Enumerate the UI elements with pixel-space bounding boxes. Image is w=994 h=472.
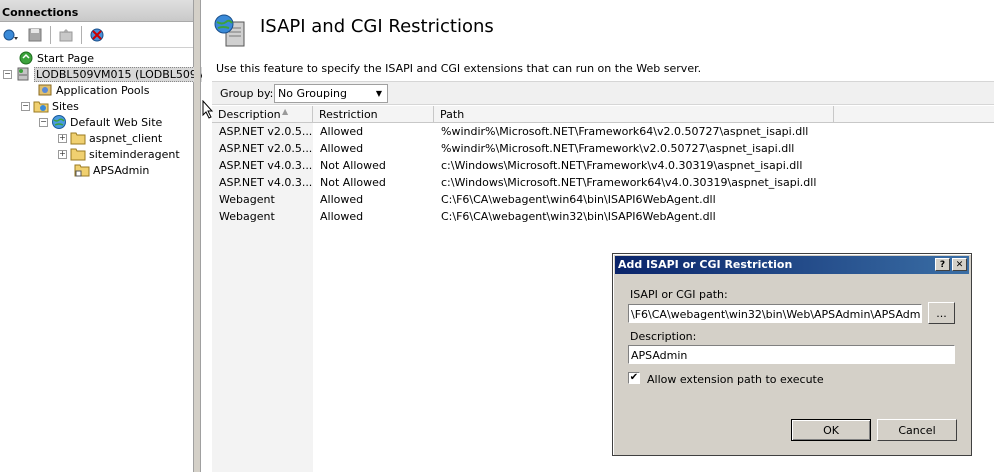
tree-node-apsadmin[interactable]: APSAdmin (74, 162, 149, 178)
table-row[interactable]: ASP.NET v4.0.3... Not Allowed c:\Windows\M… (212, 174, 994, 191)
browse-button[interactable]: ... (928, 302, 955, 324)
tree-node-label: Sites (52, 99, 79, 113)
cell-description: ASP.NET v4.0.3... (219, 159, 313, 172)
allow-execute-label: Allow extension path to execute (647, 373, 824, 386)
expand-icon[interactable]: + (58, 149, 67, 159)
cancel-button[interactable]: Cancel (877, 419, 957, 441)
tree-node-aspnet-client[interactable]: + aspnet_client (58, 130, 162, 146)
tree-node-label: Default Web Site (70, 115, 163, 129)
description-label: Description: (630, 330, 697, 343)
cell-restriction: Allowed (320, 142, 364, 155)
expand-icon[interactable]: + (58, 133, 67, 143)
collapse-icon[interactable]: − (39, 117, 48, 127)
connections-toolbar (0, 22, 193, 48)
toolbar-separator (81, 25, 82, 44)
cell-description: ASP.NET v2.0.5... (219, 125, 313, 138)
isapi-feature-icon (212, 12, 248, 51)
tree-node-label: aspnet_client (89, 131, 163, 145)
cell-restriction: Not Allowed (320, 176, 386, 189)
save-icon[interactable] (26, 26, 44, 44)
column-header-restriction[interactable]: Restriction (313, 106, 434, 123)
tree-node-application-pools[interactable]: Application Pools (37, 82, 149, 98)
cell-path: C:\F6\CA\webagent\win64\bin\ISAPI6WebAge… (441, 193, 716, 206)
collapse-icon[interactable]: − (3, 69, 12, 79)
start-page-icon (18, 50, 34, 66)
table-row[interactable]: ASP.NET v4.0.3... Not Allowed c:\Windows\M… (212, 157, 994, 174)
disconnect-icon[interactable] (88, 26, 106, 44)
group-by-label: Group by: (220, 87, 274, 100)
toolbar-separator (50, 25, 51, 44)
help-button[interactable]: ? (935, 258, 950, 271)
tree-node-label: Start Page (37, 51, 94, 65)
dropdown-arrow-icon: ▼ (375, 89, 383, 98)
description-input[interactable]: APSAdmin (628, 345, 955, 364)
cell-description: Webagent (219, 193, 275, 206)
add-restriction-dialog: Add ISAPI or CGI Restriction ? ✕ ISAPI o… (612, 253, 972, 456)
feature-description: Use this feature to specify the ISAPI an… (216, 62, 702, 75)
cell-path: %windir%\Microsoft.NET\Framework64\v2.0.… (441, 125, 809, 138)
table-header: Description ▲ Restriction Path (212, 106, 994, 123)
tree-node-label: APSAdmin (93, 163, 150, 177)
page-title: ISAPI and CGI Restrictions (260, 16, 494, 37)
connections-header: Connections (0, 0, 193, 22)
cell-description: Webagent (219, 210, 275, 223)
path-label: ISAPI or CGI path: (630, 288, 728, 301)
tree-node-label: siteminderagent (89, 147, 180, 161)
tree-node-start-page[interactable]: Start Page (18, 50, 94, 66)
cell-restriction: Allowed (320, 210, 364, 223)
app-folder-icon (74, 162, 90, 178)
table-row[interactable]: ASP.NET v2.0.5... Allowed %windir%\Microso… (212, 140, 994, 157)
ok-button[interactable]: OK (791, 419, 871, 441)
tree-node-sites[interactable]: − Sites (21, 98, 79, 114)
allow-execute-checkbox[interactable]: ✔ (628, 372, 640, 384)
path-input[interactable]: \F6\CA\webagent\win32\bin\Web\APSAdmin\A… (628, 304, 922, 323)
close-button[interactable]: ✕ (952, 258, 967, 271)
connect-icon[interactable] (2, 26, 20, 44)
mouse-cursor-icon (202, 99, 214, 123)
sort-ascending-icon: ▲ (282, 107, 289, 116)
panel-splitter[interactable] (194, 0, 201, 472)
table-row[interactable]: ASP.NET v2.0.5... Allowed %windir%\Microso… (212, 123, 994, 140)
column-header-path[interactable]: Path (434, 106, 834, 123)
connections-panel: Connections Start Page − LODBL509VM015 (… (0, 0, 223, 472)
cell-description: ASP.NET v2.0.5... (219, 142, 313, 155)
cell-restriction: Not Allowed (320, 159, 386, 172)
group-by-bar: Group by: No Grouping ▼ (212, 81, 994, 105)
group-by-value: No Grouping (278, 87, 347, 100)
tree-node-label: Application Pools (56, 83, 150, 97)
dialog-title: Add ISAPI or CGI Restriction (618, 258, 793, 271)
table-row[interactable]: Webagent Allowed C:\F6\CA\webagent\win64\b… (212, 191, 994, 208)
group-by-select[interactable]: No Grouping ▼ (274, 84, 388, 103)
checkmark-icon: ✔ (629, 372, 639, 383)
cell-restriction: Allowed (320, 125, 364, 138)
tree-node-siteminderagent[interactable]: + siteminderagent (58, 146, 180, 162)
collapse-icon[interactable]: − (21, 101, 30, 111)
app-pools-icon (37, 82, 53, 98)
cell-path: c:\Windows\Microsoft.NET\Framework\v4.0.… (441, 159, 803, 172)
cell-path: c:\Windows\Microsoft.NET\Framework64\v4.… (441, 176, 817, 189)
up-icon[interactable] (57, 26, 75, 44)
tree-node-default-web-site[interactable]: − Default Web Site (39, 114, 162, 130)
cell-path: %windir%\Microsoft.NET\Framework\v2.0.50… (441, 142, 795, 155)
cell-description: ASP.NET v4.0.3... (219, 176, 313, 189)
dialog-title-bar: Add ISAPI or CGI Restriction ? ✕ (615, 256, 969, 274)
folder-icon (70, 146, 86, 162)
column-header-description[interactable]: Description ▲ (212, 106, 313, 123)
server-icon (15, 66, 31, 82)
folder-icon (70, 130, 86, 146)
table-row[interactable]: Webagent Allowed C:\F6\CA\webagent\win32\b… (212, 208, 994, 225)
globe-icon (51, 114, 67, 130)
cell-restriction: Allowed (320, 193, 364, 206)
cell-path: C:\F6\CA\webagent\win32\bin\ISAPI6WebAge… (441, 210, 716, 223)
sites-folder-icon (33, 98, 49, 114)
tree-node-server[interactable]: − LODBL509VM015 (LODBL509VM0 (3, 66, 223, 82)
